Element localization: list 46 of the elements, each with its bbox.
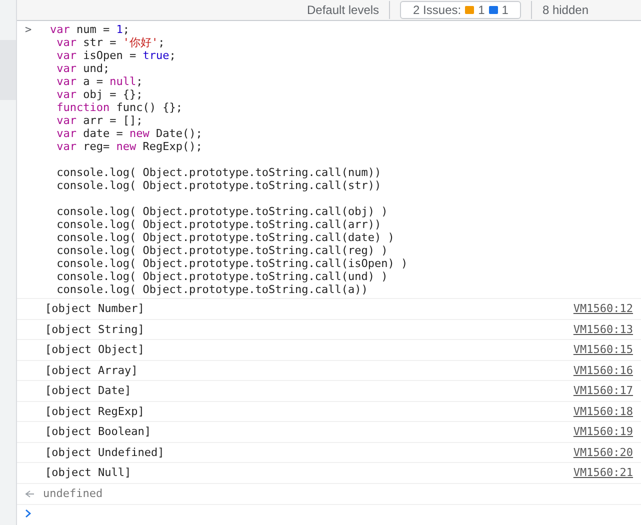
prompt-icon: > xyxy=(25,23,50,296)
source-link[interactable]: VM1560:19 xyxy=(573,425,633,438)
source-link[interactable]: VM1560:13 xyxy=(573,322,633,336)
code-line: function func() {}; xyxy=(56,101,184,114)
code-line: console.log( Object.prototype.toString.call(date) ) xyxy=(56,231,396,244)
log-message: [object RegExp] xyxy=(45,404,144,418)
log-message: [object Undefined] xyxy=(45,446,164,459)
source-link[interactable]: VM1560:16 xyxy=(573,364,633,377)
hidden-count: 8 hidden xyxy=(542,3,588,17)
code-line: console.log( Object.prototype.toString.call(arr)) xyxy=(56,218,382,231)
return-arrow-icon xyxy=(25,490,35,498)
code-line: console.log( Object.prototype.toString.call(num)) xyxy=(56,166,382,179)
code-line: console.log( Object.prototype.toString.call(a)) xyxy=(56,283,369,296)
code-line: var a = null; xyxy=(56,75,144,88)
source-link[interactable]: VM1560:21 xyxy=(573,466,633,480)
code-line: console.log( Object.prototype.toString.call(isOpen) ) xyxy=(56,257,408,270)
log-message: [object Object] xyxy=(45,343,144,356)
code-line: var date = new Date(); xyxy=(56,127,204,140)
issues-button[interactable]: 2 Issues: 1 1 xyxy=(400,1,522,19)
log-message: [object Boolean] xyxy=(45,425,151,438)
code-line: var num = 1; xyxy=(50,23,130,36)
return-value: undefined xyxy=(43,487,103,500)
prompt-chevron-icon[interactable] xyxy=(25,509,32,518)
log-message: [object Date] xyxy=(45,384,132,398)
log-message: [object String] xyxy=(45,322,144,336)
log-message: [object Null] xyxy=(45,466,132,480)
source-link[interactable]: VM1560:17 xyxy=(573,384,633,398)
source-link[interactable]: VM1560:12 xyxy=(573,302,633,316)
code-line: console.log( Object.prototype.toString.call(reg) ) xyxy=(56,244,389,257)
log-message: [object Number] xyxy=(45,302,144,316)
source-link[interactable]: VM1560:18 xyxy=(573,404,633,418)
log-levels-dropdown[interactable]: Default levels xyxy=(307,3,380,17)
code-line: var arr = []; xyxy=(56,114,144,127)
code-line: var und; xyxy=(56,62,110,75)
source-link[interactable]: VM1560:15 xyxy=(573,343,633,356)
warning-icon xyxy=(465,6,474,14)
code-line: var reg= new RegExp(); xyxy=(56,140,204,153)
log-message: [object Array] xyxy=(45,364,138,377)
source-link[interactable]: VM1560:20 xyxy=(573,446,633,459)
code-line: var isOpen = true; xyxy=(56,49,177,62)
info-icon xyxy=(488,6,498,14)
code-line: console.log( Object.prototype.toString.call(und) ) xyxy=(56,270,389,283)
code-line: var str = '你好'; xyxy=(56,36,166,49)
code-line: console.log( Object.prototype.toString.call(obj) ) xyxy=(56,205,389,218)
code-line: console.log( Object.prototype.toString.call(str)) xyxy=(56,179,382,192)
code-line: var obj = {}; xyxy=(56,88,144,101)
